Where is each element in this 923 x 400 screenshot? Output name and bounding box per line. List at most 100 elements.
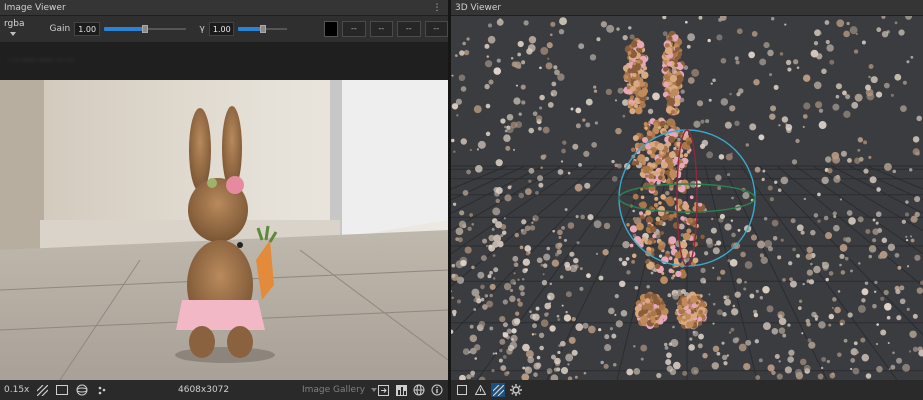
cloud-point <box>777 188 782 192</box>
cloud-point <box>828 323 832 327</box>
cloud-point <box>524 188 532 196</box>
square-icon[interactable] <box>455 383 469 397</box>
points-icon[interactable] <box>95 383 109 397</box>
cloud-point <box>525 251 530 256</box>
channel-dropdown[interactable]: rgba <box>4 19 36 39</box>
cloud-point <box>845 94 851 100</box>
sphere-icon[interactable] <box>75 383 89 397</box>
image-canvas[interactable] <box>0 80 448 380</box>
globe-icon[interactable] <box>412 383 426 397</box>
cloud-point <box>550 21 556 27</box>
cloud-point <box>866 92 875 101</box>
cloud-point <box>469 213 473 217</box>
cloud-point <box>916 287 923 294</box>
cloud-point <box>535 306 540 311</box>
gain-slider-handle[interactable] <box>141 25 148 33</box>
gamma-slider-handle[interactable] <box>259 25 266 33</box>
bunny-point <box>629 108 636 115</box>
warning-icon[interactable] <box>473 383 487 397</box>
cloud-point <box>545 62 553 70</box>
gamma-input[interactable]: 1.00 <box>208 22 235 36</box>
cloud-point <box>803 364 811 372</box>
3d-viewport[interactable] <box>451 16 923 380</box>
hatch-icon[interactable] <box>35 383 49 397</box>
cloud-point <box>595 252 598 255</box>
bunny-point <box>686 140 692 146</box>
cloud-point <box>762 169 766 173</box>
cloud-point <box>914 254 921 261</box>
cloud-point <box>620 309 628 317</box>
gain-slider[interactable] <box>103 22 186 36</box>
cloud-point <box>817 373 824 380</box>
cloud-point <box>557 229 563 236</box>
cloud-point <box>554 69 560 76</box>
cloud-point <box>522 268 528 274</box>
bunny-point <box>660 301 665 305</box>
cloud-point <box>575 123 581 129</box>
cloud-point <box>505 335 510 340</box>
cloud-point <box>807 338 812 343</box>
cloud-point <box>712 247 720 255</box>
cloud-point <box>572 143 579 150</box>
bunny-point <box>656 142 665 151</box>
cloud-point <box>769 73 773 77</box>
image-gallery-dropdown[interactable]: Image Gallery <box>302 385 378 395</box>
cloud-point <box>571 349 578 356</box>
cloud-point <box>455 54 458 57</box>
bunny-point <box>640 168 644 172</box>
histogram-icon[interactable] <box>394 383 408 397</box>
cloud-point <box>824 20 830 25</box>
cloud-point <box>594 121 599 125</box>
bunny-point <box>660 231 664 235</box>
bunny-point <box>698 202 703 207</box>
cloud-point <box>700 277 707 284</box>
bunny-point <box>665 179 671 184</box>
bunny-point <box>643 121 648 127</box>
cloud-point <box>510 57 514 60</box>
frame-icon[interactable] <box>55 383 69 397</box>
cloud-point <box>559 340 566 347</box>
cloud-point <box>865 373 872 379</box>
cloud-point <box>795 138 800 144</box>
bunny-point <box>646 303 654 311</box>
cloud-point <box>839 244 848 252</box>
cloud-point <box>806 322 811 327</box>
cloud-point <box>504 371 509 377</box>
cloud-point <box>513 272 516 275</box>
cloud-point <box>818 108 824 113</box>
cloud-point <box>745 339 752 346</box>
bunny-point <box>644 298 651 304</box>
gain-input[interactable]: 1.00 <box>74 22 100 36</box>
cloud-point <box>626 368 634 376</box>
cloud-point <box>734 291 741 298</box>
cloud-point <box>496 18 504 26</box>
cloud-point <box>459 210 465 216</box>
bunny-point <box>660 194 666 200</box>
bunny-point <box>676 304 683 311</box>
settings-icon[interactable] <box>509 383 523 397</box>
cloud-point <box>460 259 467 267</box>
cloud-point <box>782 277 786 282</box>
zoom-level[interactable]: 0.15x <box>4 385 29 395</box>
cloud-point <box>473 308 477 311</box>
gamma-slider[interactable] <box>238 22 288 36</box>
export-icon[interactable] <box>376 383 390 397</box>
cloud-point <box>539 66 542 70</box>
bunny-point <box>654 323 659 328</box>
cloud-point <box>840 322 843 326</box>
cloud-point <box>473 105 482 114</box>
cloud-point <box>564 208 568 211</box>
cloud-point <box>821 68 827 75</box>
cloud-point <box>876 27 882 33</box>
cloud-point <box>574 375 578 379</box>
cloud-point <box>800 230 805 235</box>
cloud-point <box>828 271 834 276</box>
cloud-point <box>484 294 489 298</box>
hatch-icon[interactable] <box>491 383 505 397</box>
cloud-point <box>558 28 565 35</box>
bunny-point <box>644 126 648 130</box>
cloud-point <box>736 28 743 35</box>
info-icon[interactable] <box>430 383 444 397</box>
more-vertical-icon[interactable]: ⋮ <box>432 0 442 16</box>
cloud-point <box>462 189 469 196</box>
